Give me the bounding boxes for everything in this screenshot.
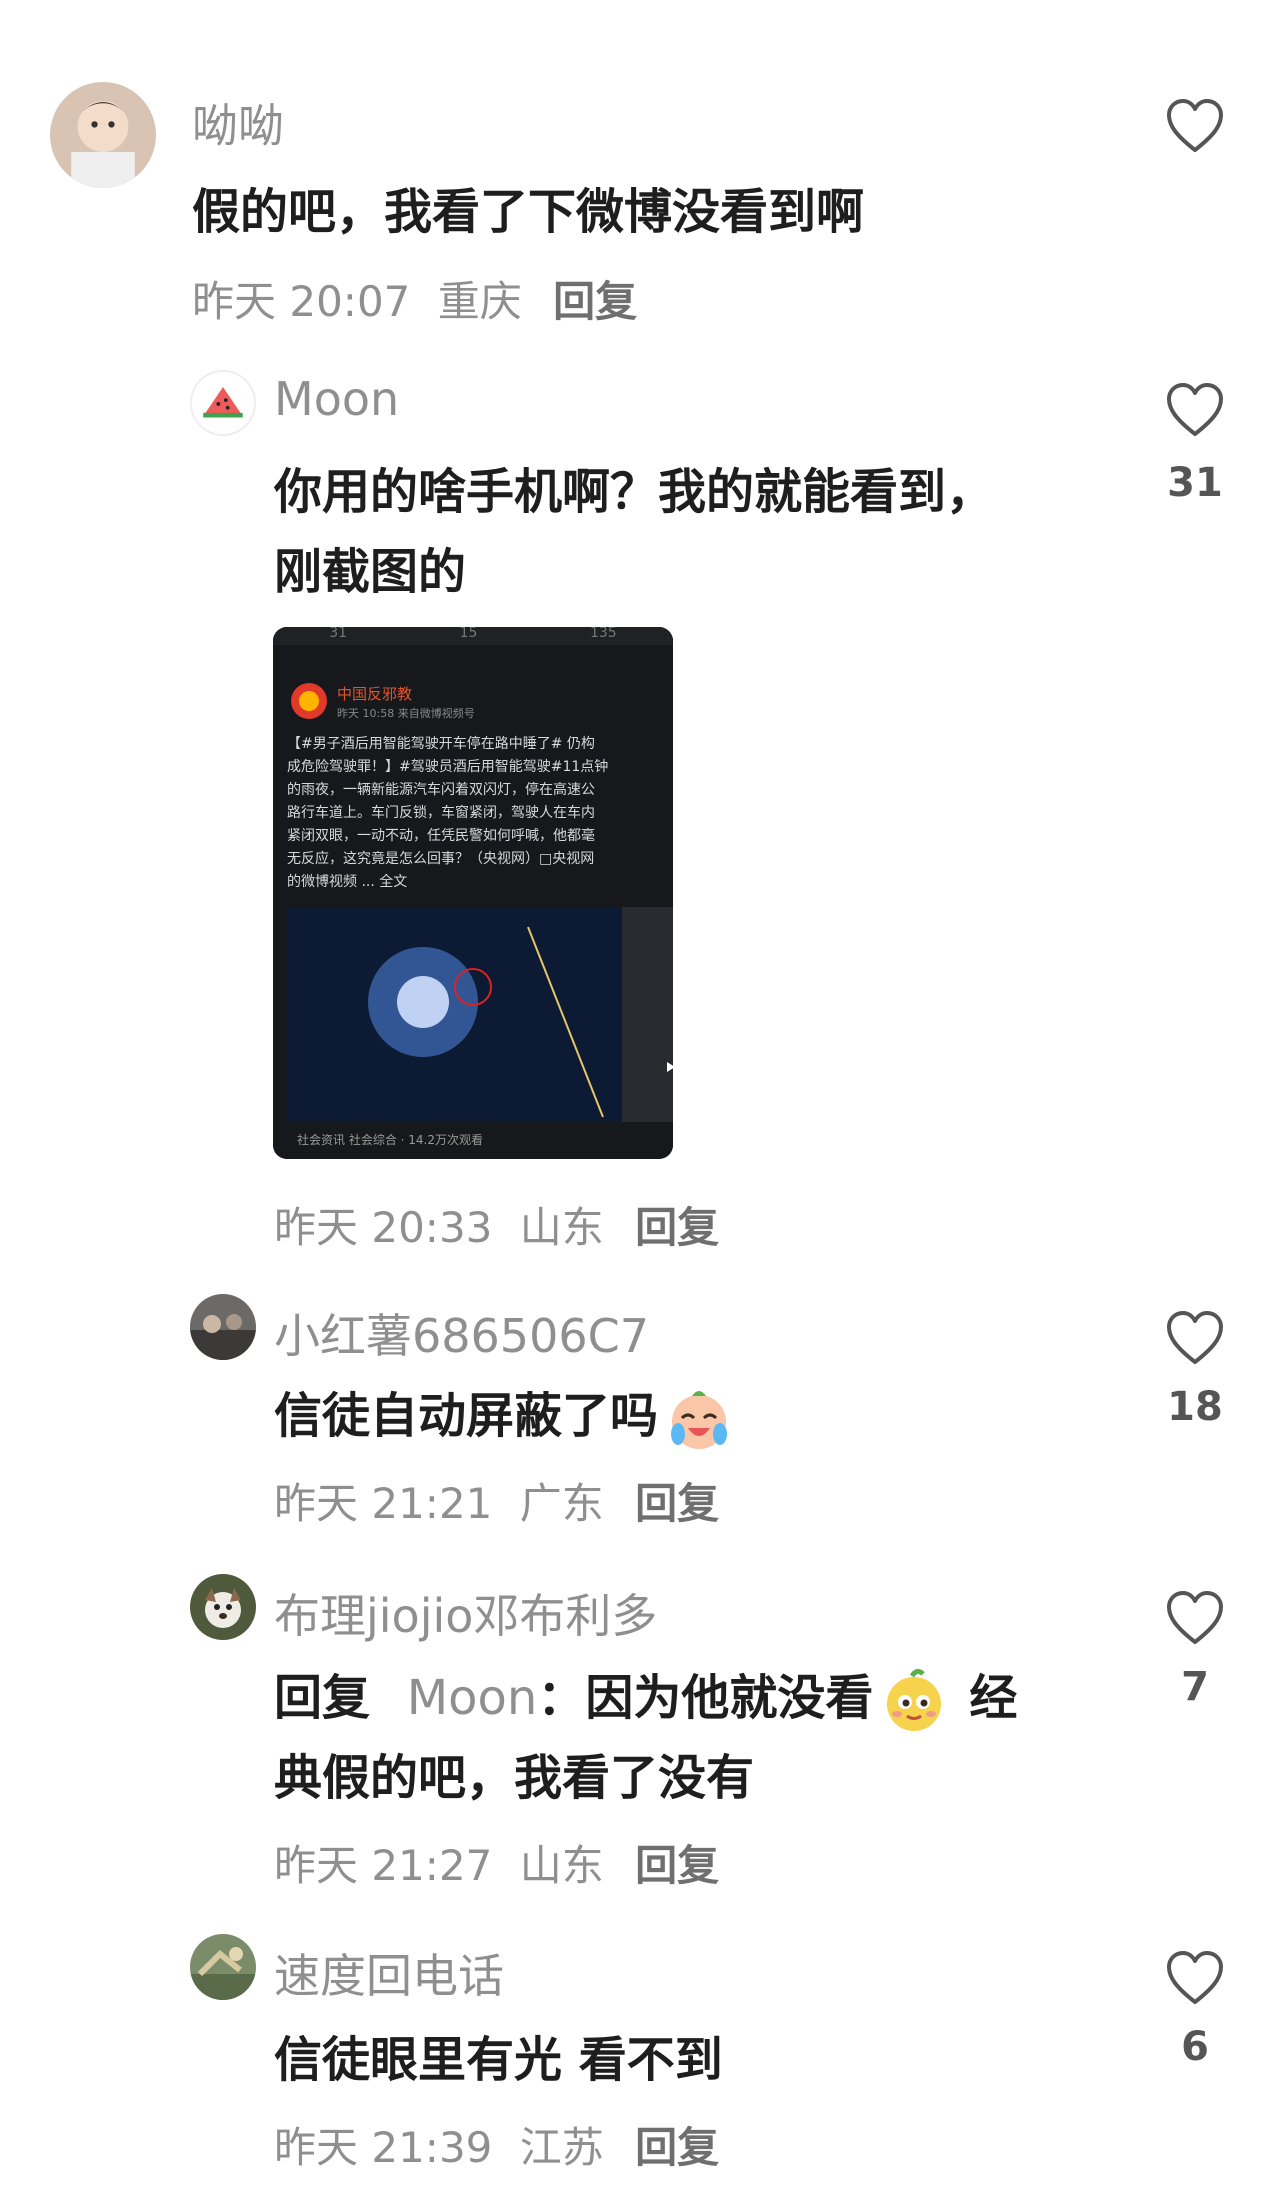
comment-location: 重庆	[437, 277, 522, 326]
comment-text-line2: 刚截图的	[274, 544, 467, 600]
reply-prefix: 回复	[274, 1670, 371, 1726]
heart-outline-icon	[1167, 1951, 1223, 2004]
shot-top-counts: 31 15 135	[273, 627, 673, 641]
reply-button[interactable]: 回复	[553, 277, 637, 326]
reply-button[interactable]: 回复	[635, 2123, 719, 2172]
comment-username[interactable]: Moon	[274, 372, 399, 426]
comment-meta: 昨天 20:07 重庆 回复	[192, 268, 637, 329]
shot-text-line: 无反应，这究竟是怎么回事？（央视网）□央视网	[287, 851, 595, 867]
shot-text-line: 的雨夜，一辆新能源汽车闪着双闪灯，停在高速公	[287, 782, 595, 798]
comment-meta: 昨天 21:21 广东 回复	[274, 1470, 719, 1531]
comment-meta: 昨天 21:39 江苏 回复	[274, 2114, 719, 2175]
shot-text-line: 路行车道上。车门反锁，车窗紧闭，驾驶人在车内	[287, 805, 595, 821]
shot-text-line: 的微博视频 ... 全文	[287, 874, 408, 890]
like-count: 6	[1181, 2024, 1209, 2070]
comment-text: 信徒自动屏蔽了吗	[274, 1376, 740, 1456]
shot-count-repost: 31	[329, 627, 348, 641]
comment-meta: 昨天 21:27 山东 回复	[274, 1832, 719, 1893]
comment-time: 昨天 21:21	[274, 1479, 493, 1528]
avatar[interactable]	[50, 82, 156, 188]
avatar-photo	[190, 1574, 256, 1640]
like-button[interactable]	[1165, 382, 1225, 438]
comment-text: 回复 Moon：因为他就没看 经	[274, 1658, 1017, 1738]
comment-location: 山东	[519, 1203, 604, 1252]
avatar[interactable]	[190, 1574, 256, 1640]
comment-text: 假的吧，我看了下微博没看到啊	[192, 184, 865, 240]
shot-post-meta: 昨天 10:58 来自微博视频号	[337, 707, 475, 720]
comment-username[interactable]: 小红薯686506C7	[274, 1300, 649, 1366]
reply-button[interactable]: 回复	[635, 1841, 719, 1890]
comment-text-content: 信徒自动屏蔽了吗	[274, 1388, 659, 1444]
comment-text: 信徒眼里有光 看不到	[274, 2032, 723, 2088]
comment-time: 昨天 20:07	[192, 277, 411, 326]
avatar[interactable]	[190, 1294, 256, 1360]
shot-count-like: 135	[589, 627, 617, 641]
shot-count-comment: 15	[459, 627, 478, 641]
comment-location: 江苏	[519, 2123, 604, 2172]
reply-button[interactable]: 回复	[635, 1203, 719, 1252]
comment-meta: 昨天 20:33 山东 回复	[274, 1194, 719, 1255]
heart-outline-icon	[1167, 99, 1223, 152]
comment-text: 你用的啥手机啊？我的就能看到，	[274, 464, 995, 520]
crying-laughing-emoji	[664, 1384, 734, 1454]
like-button[interactable]	[1165, 1950, 1225, 2006]
comment-location: 广东	[519, 1479, 604, 1528]
comment-text-content: 经	[969, 1670, 1018, 1726]
comment-text-content: ：因为他就没看	[537, 1670, 874, 1726]
shot-text-line: 紧闭双眼，一动不动，任凭民警如何呼喊，他都毫	[287, 828, 595, 844]
reply-button[interactable]: 回复	[635, 1479, 719, 1528]
shot-video-footer: 社会资讯 社会综合 · 14.2万次观看	[297, 1133, 483, 1147]
avatar-photo	[50, 82, 156, 188]
heart-outline-icon	[1167, 1591, 1223, 1644]
watermelon-avatar-icon	[192, 372, 254, 434]
mention-link[interactable]: Moon	[407, 1670, 538, 1726]
comment-time: 昨天 21:27	[274, 1841, 493, 1890]
comment-username[interactable]: 布理jiojio邓布利多	[274, 1580, 657, 1646]
like-count: 31	[1167, 460, 1223, 506]
like-count: 7	[1181, 1664, 1209, 1710]
avatar[interactable]	[190, 370, 256, 436]
smirk-emoji	[879, 1666, 949, 1736]
comment-username[interactable]: 呦呦	[192, 90, 284, 156]
comment-location: 山东	[519, 1841, 604, 1890]
heart-outline-icon	[1167, 1311, 1223, 1364]
like-count: 18	[1167, 1384, 1223, 1430]
shot-post-text: 【#男子酒后用智能驾驶开车停在路中睡了# 仍构 成危险驾驶罪！】#驾驶员酒后用智…	[287, 733, 663, 894]
comment-image[interactable]: 31 15 135 中国反邪教 昨天 10:58 来自微博视频号 【#男子酒后用…	[273, 627, 673, 1159]
heart-outline-icon	[1167, 383, 1223, 436]
comment-username[interactable]: 速度回电话	[274, 1940, 504, 2006]
avatar[interactable]	[190, 1934, 256, 2000]
comment-time: 昨天 20:33	[274, 1203, 493, 1252]
shot-account-name: 中国反邪教	[337, 685, 413, 703]
like-button[interactable]	[1165, 98, 1225, 154]
like-button[interactable]	[1165, 1590, 1225, 1646]
shot-text-line: 【#男子酒后用智能驾驶开车停在路中睡了# 仍构	[287, 736, 595, 752]
like-button[interactable]	[1165, 1310, 1225, 1366]
comment-text-line2: 典假的吧，我看了没有	[274, 1750, 755, 1806]
shot-text-line: 成危险驾驶罪！】#驾驶员酒后用智能驾驶#11点钟	[287, 759, 609, 775]
avatar-photo	[190, 1294, 256, 1360]
comment-time: 昨天 21:39	[274, 2123, 493, 2172]
avatar-photo	[190, 1934, 256, 2000]
